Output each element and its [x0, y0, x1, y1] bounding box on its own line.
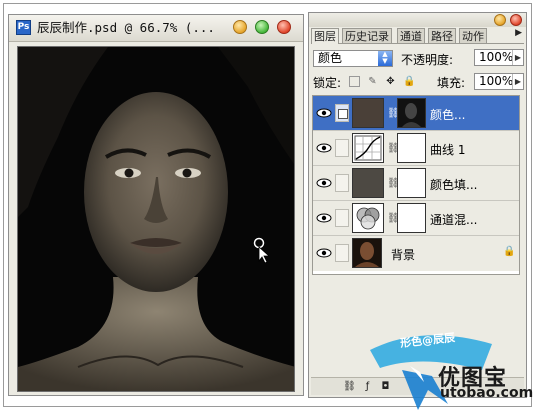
document-titlebar[interactable]: Ps 辰辰制作.psd @ 66.7% (...	[9, 15, 303, 42]
lock-brush-icon[interactable]: ✎	[367, 76, 378, 87]
tab-channels[interactable]: 通道	[397, 28, 425, 43]
eye-icon[interactable]	[315, 210, 333, 226]
document-canvas[interactable]	[17, 46, 295, 392]
layer-name: 颜色填...	[430, 178, 478, 192]
chevron-updown-icon: ▲ ▼	[378, 51, 392, 66]
eye-icon[interactable]	[315, 175, 333, 191]
minimize-button[interactable]	[233, 20, 247, 34]
panel-titlebar[interactable]	[309, 13, 526, 27]
mouse-cursor-icon	[253, 237, 271, 264]
layer-link-cell[interactable]	[335, 244, 349, 262]
lock-row: 锁定: ✎ ✥ 🔒 填充: 100% ▶	[313, 72, 524, 92]
panel-tabs: 图层 历史记录 通道 路径 动作 ▶	[311, 27, 524, 44]
eye-icon[interactable]	[315, 105, 333, 121]
tab-paths[interactable]: 路径	[428, 28, 456, 43]
opacity-arrow-icon[interactable]: ▶	[512, 50, 523, 65]
layer-row-curves[interactable]: ⛓ 曲线 1	[313, 131, 519, 166]
layer-name: 曲线 1	[430, 143, 466, 157]
layer-row-color-fill-1[interactable]: ⛓ 颜色...	[313, 96, 519, 131]
tab-history[interactable]: 历史记录	[342, 28, 392, 43]
blend-mode-value: 颜色	[318, 51, 343, 65]
layer-name: 通道混...	[430, 213, 478, 227]
curves-adjustment-icon	[352, 133, 384, 163]
layer-row-background[interactable]: 背景 🔒	[313, 236, 519, 271]
layer-mask-thumbnail[interactable]	[397, 203, 426, 233]
eye-icon[interactable]	[315, 245, 333, 261]
portrait-image	[18, 47, 294, 391]
chain-link-icon[interactable]: ⛓	[387, 142, 400, 155]
close-button[interactable]	[277, 20, 291, 34]
channel-mixer-icon	[352, 203, 384, 233]
background-thumbnail	[352, 238, 382, 268]
layer-link-cell[interactable]	[335, 139, 349, 157]
link-layers-icon[interactable]: ⛓	[343, 380, 356, 393]
layer-name: 颜色...	[430, 108, 466, 122]
opacity-value: 100%	[479, 50, 514, 64]
opacity-label: 不透明度:	[401, 53, 454, 67]
eye-icon[interactable]	[315, 140, 333, 156]
layer-link-cell[interactable]	[335, 209, 349, 227]
panel-close-button[interactable]	[510, 14, 522, 26]
layer-mask-thumbnail[interactable]	[397, 168, 426, 198]
fill-value: 100%	[479, 74, 514, 88]
maximize-button[interactable]	[255, 20, 269, 34]
tab-actions[interactable]: 动作	[459, 28, 487, 43]
fill-label: 填充:	[437, 76, 466, 90]
chain-link-icon[interactable]: ⛓	[387, 107, 400, 120]
layer-name: 背景	[391, 248, 416, 262]
layer-mask-link-cell[interactable]	[335, 104, 349, 122]
layer-thumbnail	[352, 168, 384, 198]
fill-arrow-icon[interactable]: ▶	[512, 74, 523, 89]
watermark-url: utobao.com	[440, 385, 534, 401]
layer-mask-thumbnail[interactable]	[397, 133, 426, 163]
layer-row-channel-mixer[interactable]: ⛓ 通道混...	[313, 201, 519, 236]
lock-icon: 🔒	[503, 246, 516, 257]
chain-link-icon[interactable]: ⛓	[387, 177, 400, 190]
opacity-field[interactable]: 100% ▶	[474, 49, 524, 66]
panel-menu-arrow-icon[interactable]: ▶	[515, 28, 522, 38]
blend-mode-select[interactable]: 颜色 ▲ ▼	[313, 50, 393, 67]
layers-list: ⛓ 颜色... ⛓ 曲线 1 ⛓ 颜色填... ⛓ 通道混... 背景 🔒	[312, 95, 520, 275]
document-title: 辰辰制作.psd @ 66.7% (...	[37, 20, 215, 35]
lock-label: 锁定:	[313, 76, 342, 90]
photoshop-document-icon: Ps	[16, 20, 31, 35]
document-window: Ps 辰辰制作.psd @ 66.7% (...	[8, 14, 304, 396]
panel-minimize-button[interactable]	[494, 14, 506, 26]
tab-layers[interactable]: 图层	[311, 28, 339, 44]
blend-row: 颜色 ▲ ▼ 不透明度: 100% ▶	[313, 49, 524, 69]
lock-transparent-icon[interactable]	[349, 76, 360, 87]
fill-field[interactable]: 100% ▶	[474, 73, 524, 90]
layer-mask-thumbnail[interactable]	[397, 98, 426, 128]
layer-row-color-fill-2[interactable]: ⛓ 颜色填...	[313, 166, 519, 201]
chain-link-icon[interactable]: ⛓	[387, 212, 400, 225]
lock-all-icon[interactable]: 🔒	[403, 76, 415, 87]
layer-thumbnail	[352, 98, 384, 128]
lock-move-icon[interactable]: ✥	[385, 76, 396, 87]
mask-indicator-icon	[338, 109, 348, 119]
layer-link-cell[interactable]	[335, 174, 349, 192]
